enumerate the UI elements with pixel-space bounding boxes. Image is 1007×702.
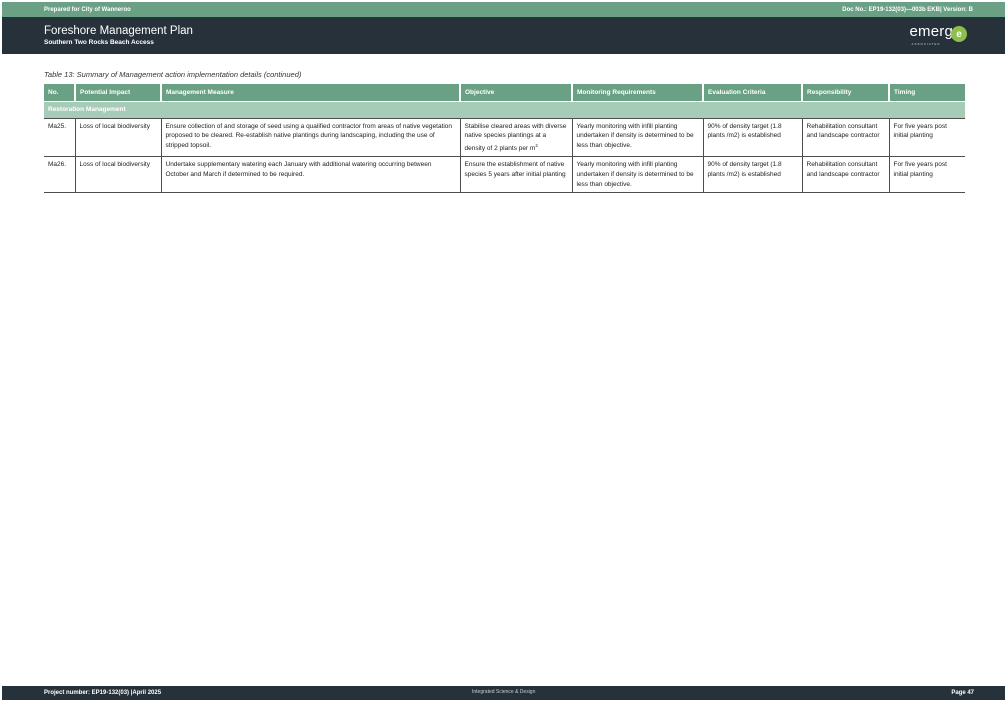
table-row: Ma25. Loss of local biodiversity Ensure … [44,117,965,158]
cell-timing: For five years post initial planting [889,117,965,158]
header-band: Foreshore Management Plan Southern Two R… [2,17,1005,54]
objective-text: Stabilise cleared areas with diverse nat… [464,122,567,152]
footer-tagline: Integrated Science & Design [472,689,536,695]
prepared-for-label: Prepared for City of Wanneroo [44,6,131,13]
emerge-logo: emerg e ASSOCIATES [909,23,967,47]
cell-impact: Loss of local biodiversity [75,117,162,158]
cell-evaluation: 90% of density target (1.8 plants /m2) i… [703,117,803,158]
column-header-objective: Objective [460,84,573,101]
logo-e-mark-icon: e [951,26,967,42]
footer-bar: Project number: EP19-132(03) |April 2025… [2,686,1005,700]
column-header-timing: Timing [889,84,965,101]
cell-evaluation: 90% of density target (1.8 plants /m2) i… [703,156,803,194]
cell-measure: Undertake supplementary watering each Ja… [161,156,461,194]
column-header-measure: Management Measure [161,84,461,101]
page-number: Page 47 [951,690,974,696]
table-header-row: No. Potential Impact Management Measure … [44,84,965,101]
column-header-responsibility: Responsibility [802,84,890,101]
cell-monitoring: Yearly monitoring with infill planting u… [572,156,704,194]
cell-no: Ma26. [44,156,76,194]
project-number-label: Project number: EP19-132(03) |April 2025 [44,690,162,696]
cell-impact: Loss of local biodiversity [75,156,162,194]
table-caption: Table 13: Summary of Management action i… [44,70,302,79]
objective-superscript: 2 [535,142,538,148]
cell-responsibility: Rehabilitation consultant and landscape … [802,156,890,194]
column-header-evaluation: Evaluation Criteria [703,84,803,101]
cell-objective: Stabilise cleared areas with diverse nat… [460,117,573,158]
management-actions-table: No. Potential Impact Management Measure … [44,84,965,194]
cell-objective: Ensure the establishment of native speci… [460,156,573,194]
column-header-monitoring: Monitoring Requirements [572,84,704,101]
cell-responsibility: Rehabilitation consultant and landscape … [802,117,890,158]
logo-wordmark: emerg [909,23,953,40]
top-bar: Prepared for City of Wanneroo Doc No.: E… [2,2,1005,17]
document-subtitle: Southern Two Rocks Beach Access [44,39,154,46]
column-header-no: No. [44,84,76,101]
logo-tagline: ASSOCIATES [911,42,941,46]
document-title: Foreshore Management Plan [44,25,193,37]
section-label: Restoration Management [44,100,965,118]
section-row: Restoration Management [44,100,965,118]
cell-no: Ma25. [44,117,76,158]
cell-measure: Ensure collection of and storage of seed… [161,117,461,158]
cell-monitoring: Yearly monitoring with infill planting u… [572,117,704,158]
cell-timing: For five years post initial planting [889,156,965,194]
column-header-impact: Potential Impact [75,84,162,101]
table-row: Ma26. Loss of local biodiversity Underta… [44,156,965,194]
doc-number-label: Doc No.: EP19-132(03)—003b EKB| Version:… [842,6,973,13]
